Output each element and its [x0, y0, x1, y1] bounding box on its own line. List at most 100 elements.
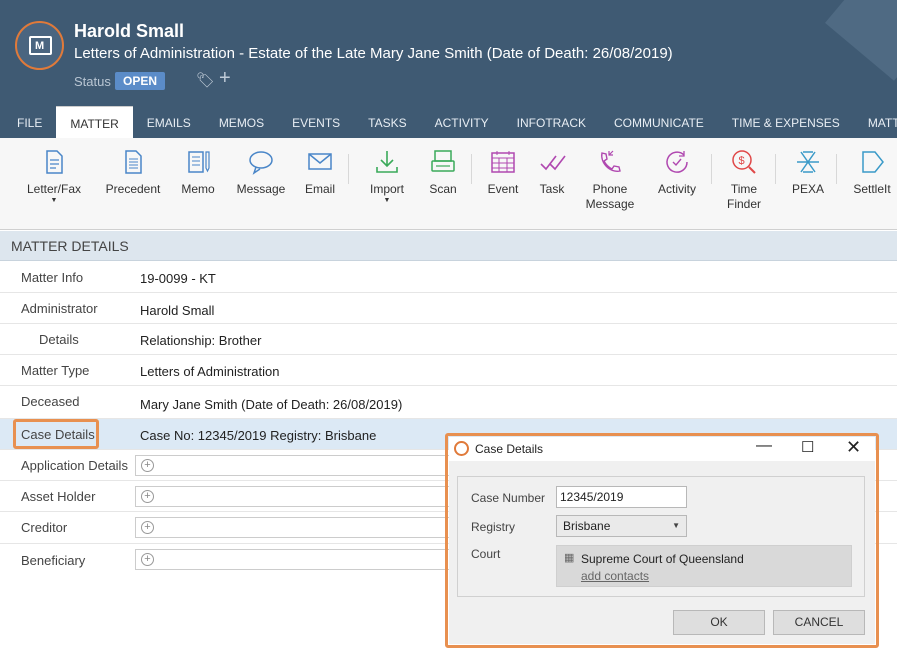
- beneficiary-add-field[interactable]: +: [135, 549, 465, 570]
- matter-info-value: 19-0099 - KT: [140, 271, 216, 286]
- task-button[interactable]: Task: [535, 148, 569, 197]
- pexa-button[interactable]: PEXA: [790, 148, 826, 197]
- tab-tasks[interactable]: TASKS: [354, 106, 420, 138]
- minimize-icon[interactable]: —: [756, 437, 772, 455]
- message-button[interactable]: Message: [234, 148, 288, 197]
- case-details-dialog: Case Details — ☐ ✕ Case Number 12345/201…: [449, 437, 875, 644]
- tab-infotrack[interactable]: INFOTRACK: [503, 106, 600, 138]
- case-details-highlight: [13, 419, 99, 449]
- add-circle-icon[interactable]: +: [141, 490, 154, 503]
- add-circle-icon[interactable]: +: [141, 459, 154, 472]
- creditor-add-field[interactable]: +: [135, 517, 465, 538]
- matter-type-label: Matter Type: [21, 363, 90, 378]
- beneficiary-label: Beneficiary: [21, 553, 86, 568]
- matter-description: Letters of Administration - Estate of th…: [74, 45, 673, 62]
- pexa-icon: [797, 151, 819, 173]
- ribbon-toolbar: Letter/Fax ▼ Precedent Memo Message Emai…: [0, 138, 897, 230]
- import-button[interactable]: Import ▼: [364, 148, 410, 205]
- chevron-down-icon: ▼: [50, 197, 58, 204]
- event-button[interactable]: Event: [484, 148, 522, 197]
- time-finder-button[interactable]: $ Time Finder: [724, 148, 764, 212]
- case-number-label: Case Number: [471, 491, 546, 505]
- maximize-icon[interactable]: ☐: [801, 438, 814, 456]
- settleit-button[interactable]: SettleIt: [849, 148, 895, 197]
- main-tabs: FILE MATTER EMAILS MEMOS EVENTS TASKS AC…: [0, 106, 897, 138]
- administrator-row[interactable]: Administrator Harold Small: [0, 293, 897, 324]
- asset-holder-add-field[interactable]: +: [135, 486, 465, 507]
- matter-info-row[interactable]: Matter Info 19-0099 - KT: [0, 262, 897, 293]
- task-check-icon: [540, 155, 566, 171]
- dialog-title-bar[interactable]: Case Details — ☐ ✕: [449, 437, 875, 461]
- deceased-row[interactable]: Deceased Mary Jane Smith (Date of Death:…: [0, 386, 897, 419]
- tab-matter[interactable]: MATTER: [56, 106, 133, 138]
- scanner-icon: [431, 150, 455, 172]
- tab-matter-insights[interactable]: MATTER INSIGH: [854, 106, 897, 138]
- matter-type-row[interactable]: Matter Type Letters of Administration: [0, 355, 897, 386]
- tab-activity[interactable]: ACTIVITY: [421, 106, 503, 138]
- memo-icon: [188, 151, 210, 173]
- status-label: Status: [74, 74, 111, 89]
- court-label: Court: [471, 547, 501, 561]
- court-name: Supreme Court of Queensland: [581, 552, 744, 566]
- app-logo-icon: [454, 441, 469, 456]
- matter-info-label: Matter Info: [21, 270, 84, 285]
- details-label: Details: [39, 332, 79, 347]
- matter-folder-icon: M: [15, 21, 64, 70]
- close-icon[interactable]: ✕: [846, 437, 861, 458]
- letter-icon: [46, 150, 63, 174]
- details-row[interactable]: Details Relationship: Brother: [0, 324, 897, 355]
- precedent-button[interactable]: Precedent: [103, 148, 163, 197]
- application-details-label: Application Details: [21, 458, 128, 473]
- dialog-title: Case Details: [475, 442, 544, 456]
- email-button[interactable]: Email: [300, 148, 340, 197]
- administrator-value: Harold Small: [140, 303, 215, 318]
- add-circle-icon[interactable]: +: [141, 553, 154, 566]
- administrator-label: Administrator: [21, 301, 98, 316]
- creditor-label: Creditor: [21, 520, 68, 535]
- case-number-input[interactable]: 12345/2019: [556, 486, 687, 508]
- memo-button[interactable]: Memo: [178, 148, 218, 197]
- application-details-add-field[interactable]: +: [135, 455, 465, 476]
- scan-button[interactable]: Scan: [426, 148, 460, 197]
- tab-file[interactable]: FILE: [0, 106, 56, 138]
- client-name: Harold Small: [74, 21, 185, 41]
- asset-holder-label: Asset Holder: [21, 489, 96, 504]
- court-contact-box[interactable]: ▦ Supreme Court of Queensland add contac…: [556, 545, 852, 587]
- chevron-down-icon: ▼: [672, 521, 680, 530]
- message-bubble-icon: [249, 151, 273, 175]
- activity-button[interactable]: Activity: [655, 148, 699, 197]
- phone-icon: [601, 150, 621, 172]
- tab-communicate[interactable]: COMMUNICATE: [600, 106, 718, 138]
- phone-message-button[interactable]: Phone Message: [585, 148, 635, 212]
- ok-button[interactable]: OK: [673, 610, 765, 635]
- import-download-icon: [376, 151, 398, 173]
- envelope-icon: [308, 153, 332, 170]
- calendar-icon: [491, 151, 515, 173]
- deceased-value: Mary Jane Smith (Date of Death: 26/08/20…: [140, 397, 403, 412]
- deceased-label: Deceased: [21, 394, 80, 409]
- details-value: Relationship: Brother: [140, 333, 262, 348]
- tag-icon[interactable]: 🏷︎: [196, 71, 215, 89]
- settleit-arrow-icon: [862, 151, 884, 173]
- add-contacts-link[interactable]: add contacts: [581, 569, 649, 583]
- registry-label: Registry: [471, 520, 516, 534]
- status-badge[interactable]: OPEN: [115, 72, 166, 90]
- tab-time-expenses[interactable]: TIME & EXPENSES: [718, 106, 854, 138]
- time-finder-magnifier-icon: $: [732, 150, 756, 174]
- precedent-icon: [125, 150, 142, 174]
- svg-text:$: $: [739, 155, 745, 167]
- matter-header: M Harold Small Letters of Administration…: [0, 0, 897, 106]
- matter-type-value: Letters of Administration: [140, 364, 280, 379]
- letter-fax-button[interactable]: Letter/Fax ▼: [26, 148, 82, 205]
- tab-memos[interactable]: MEMOS: [205, 106, 278, 138]
- tab-emails[interactable]: EMAILS: [133, 106, 205, 138]
- tab-events[interactable]: EVENTS: [278, 106, 354, 138]
- chevron-down-icon: ▼: [383, 197, 391, 204]
- add-circle-icon[interactable]: +: [141, 521, 154, 534]
- cancel-button[interactable]: CANCEL: [773, 610, 865, 635]
- building-icon: ▦: [564, 552, 575, 564]
- matter-details-header: MATTER DETAILS: [0, 231, 897, 261]
- add-tag-plus-icon[interactable]: +: [219, 67, 231, 90]
- registry-select[interactable]: Brisbane ▼: [556, 515, 687, 537]
- activity-clock-icon: [666, 151, 688, 173]
